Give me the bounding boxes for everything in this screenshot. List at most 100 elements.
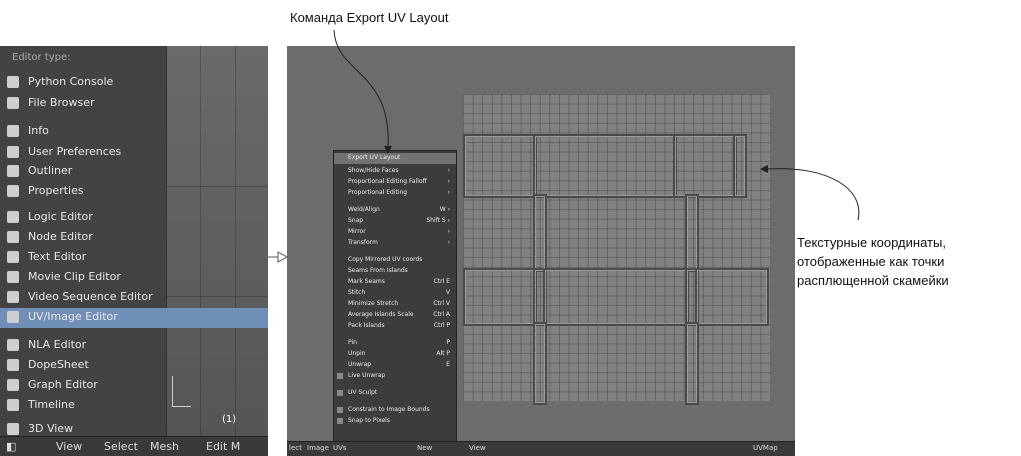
uvs-menu-item[interactable]: Constrain to Image Bounds — [334, 405, 456, 416]
editor-type-item[interactable]: File Browser — [0, 94, 166, 114]
uvs-menu-item-label: Seams From Islands — [348, 267, 408, 274]
uvs-menu-item[interactable]: Snap to Pixels — [334, 416, 456, 427]
checkbox-icon[interactable] — [337, 418, 343, 424]
uvs-menu-item[interactable]: Proportional Editing Falloff › — [334, 177, 456, 188]
uvs-menu-item-label: Transform — [348, 239, 378, 246]
uvs-menu-item[interactable]: Snap Shift S › — [334, 216, 456, 227]
editor-type-item[interactable]: Python Console — [0, 73, 166, 93]
uvs-menu-item[interactable]: Unpin Alt P — [334, 349, 456, 360]
uvs-menu-item-label: Show/Hide Faces — [348, 167, 399, 174]
editor-type-label: Graph Editor — [28, 378, 98, 391]
uvs-menu-item[interactable]: Unwrap E — [334, 360, 456, 371]
uv-island — [463, 268, 537, 326]
select-menu[interactable]: Select — [104, 440, 138, 453]
editor-type-item[interactable]: Timeline — [0, 396, 166, 416]
uvs-menu-item-label: Mirror — [348, 228, 366, 235]
text-icon — [7, 251, 19, 263]
uvs-menu-item[interactable]: Transform › — [334, 238, 456, 249]
dopesheet-icon — [7, 359, 19, 371]
image-menu[interactable]: Image — [307, 444, 329, 452]
uvs-menu-item-shortcut: › — [447, 167, 450, 174]
uvs-menu-item[interactable]: UV Sculpt — [334, 388, 456, 399]
uvs-menu-item-label: Unwrap — [348, 361, 372, 368]
uvs-menu-item[interactable]: Average Islands Scale Ctrl A — [334, 310, 456, 321]
editor-type-icon[interactable]: ◧ — [6, 440, 16, 453]
editor-type-label: UV/Image Editor — [28, 310, 118, 323]
uvs-menu-item[interactable]: Weld/Align W › — [334, 205, 456, 216]
uvs-menu-item-shortcut: › — [447, 189, 450, 196]
editor-type-item[interactable]: Info — [0, 122, 166, 142]
editor-type-item[interactable]: Movie Clip Editor — [0, 268, 166, 288]
editor-type-item[interactable]: Logic Editor — [0, 208, 166, 228]
uvs-menu-item[interactable]: Pack Islands Ctrl P — [334, 321, 456, 332]
uvs-menu-item[interactable]: Export UV Layout — [334, 153, 456, 164]
uvs-menu-item[interactable]: Copy Mirrored UV coords — [334, 255, 456, 266]
view-select[interactable]: View — [469, 444, 486, 452]
editor-type-item[interactable]: UV/Image Editor — [0, 308, 268, 328]
uvs-menu-item[interactable]: Pin P — [334, 338, 456, 349]
uvs-menu-item-label: Proportional Editing Falloff — [348, 178, 427, 185]
graph-icon — [7, 379, 19, 391]
uvs-menu-item-shortcut: Ctrl P — [433, 322, 450, 329]
caption-line-3: расплющенной скамейки — [797, 273, 949, 288]
uvs-menu-item-shortcut: › — [447, 178, 450, 185]
uv-coords-caption: Текстурные координаты, отображенные как … — [797, 233, 1017, 290]
uvs-menu-item-label: Unpin — [348, 350, 366, 357]
editor-type-item[interactable]: Outliner — [0, 162, 166, 182]
editor-type-label: Video Sequence Editor — [28, 290, 153, 303]
uvs-menu-item-label: Snap to Pixels — [348, 417, 390, 424]
uv-island — [533, 322, 547, 405]
uvs-menu-item[interactable]: Live Unwrap — [334, 371, 456, 382]
new-image-button[interactable]: New — [417, 444, 432, 452]
uvs-menu-item-label: UV Sculpt — [348, 389, 378, 396]
editor-type-item[interactable]: Node Editor — [0, 228, 166, 248]
uvs-menu-item[interactable]: Minimize Stretch Ctrl V — [334, 299, 456, 310]
uv-island — [685, 322, 699, 405]
checkbox-icon[interactable] — [337, 373, 343, 379]
uvs-menu-item[interactable]: Mirror › — [334, 227, 456, 238]
editor-type-item[interactable]: NLA Editor — [0, 336, 166, 356]
uvs-menu-item-label: Pack Islands — [348, 322, 385, 329]
editor-type-item[interactable]: Properties — [0, 182, 166, 202]
image-icon — [7, 311, 19, 323]
preferences-icon — [7, 146, 19, 158]
uv-island — [673, 134, 737, 198]
editor-type-label: Info — [28, 124, 49, 137]
editor-type-item[interactable]: DopeSheet — [0, 356, 166, 376]
uv-island — [533, 134, 677, 198]
checkbox-icon[interactable] — [337, 407, 343, 413]
uvs-menu-item-label: Constrain to Image Bounds — [348, 406, 430, 413]
uvmap-select[interactable]: UVMap — [753, 444, 778, 452]
editor-type-item[interactable]: User Preferences — [0, 143, 166, 163]
editor-type-item[interactable]: Text Editor — [0, 248, 166, 268]
editor-type-label: Text Editor — [28, 250, 87, 263]
select-menu[interactable]: lect — [289, 444, 302, 452]
editor-type-item[interactable]: Video Sequence Editor — [0, 288, 166, 308]
uvs-menu-item[interactable]: Mark Seams Ctrl E — [334, 277, 456, 288]
info-icon — [7, 125, 19, 137]
editor-type-label: Logic Editor — [28, 210, 93, 223]
editor-type-label: Properties — [28, 184, 84, 197]
caption-line-1: Текстурные координаты, — [797, 235, 946, 250]
uvs-menu-item[interactable]: Stitch V — [334, 288, 456, 299]
editor-type-label: NLA Editor — [28, 338, 87, 351]
editor-type-item[interactable]: Graph Editor — [0, 376, 166, 396]
editor-type-label: Node Editor — [28, 230, 93, 243]
uvs-menu-item[interactable]: Seams From Islands — [334, 266, 456, 277]
uv-island — [685, 194, 699, 272]
uvs-menu-button[interactable]: UVs — [333, 444, 347, 452]
uvs-menu-item-shortcut: P — [446, 339, 450, 346]
editor-type-menu: Editor type: Python Console File Browser I… — [0, 46, 268, 440]
mode-select[interactable]: Edit M — [206, 440, 240, 453]
mesh-menu[interactable]: Mesh — [150, 440, 179, 453]
movie-clip-icon — [7, 271, 19, 283]
export-uv-caption: Команда Export UV Layout — [290, 10, 449, 25]
checkbox-icon[interactable] — [337, 390, 343, 396]
editor-type-label: Movie Clip Editor — [28, 270, 121, 283]
uvs-menu-item[interactable]: Proportional Editing › — [334, 188, 456, 199]
view-menu[interactable]: View — [56, 440, 82, 453]
editor-type-panel: (1) Editor type: Python Console File Brow… — [0, 46, 268, 456]
uv-layout-canvas[interactable] — [463, 94, 770, 405]
uvs-menu-item[interactable]: Show/Hide Faces › — [334, 166, 456, 177]
uv-island — [733, 134, 747, 198]
